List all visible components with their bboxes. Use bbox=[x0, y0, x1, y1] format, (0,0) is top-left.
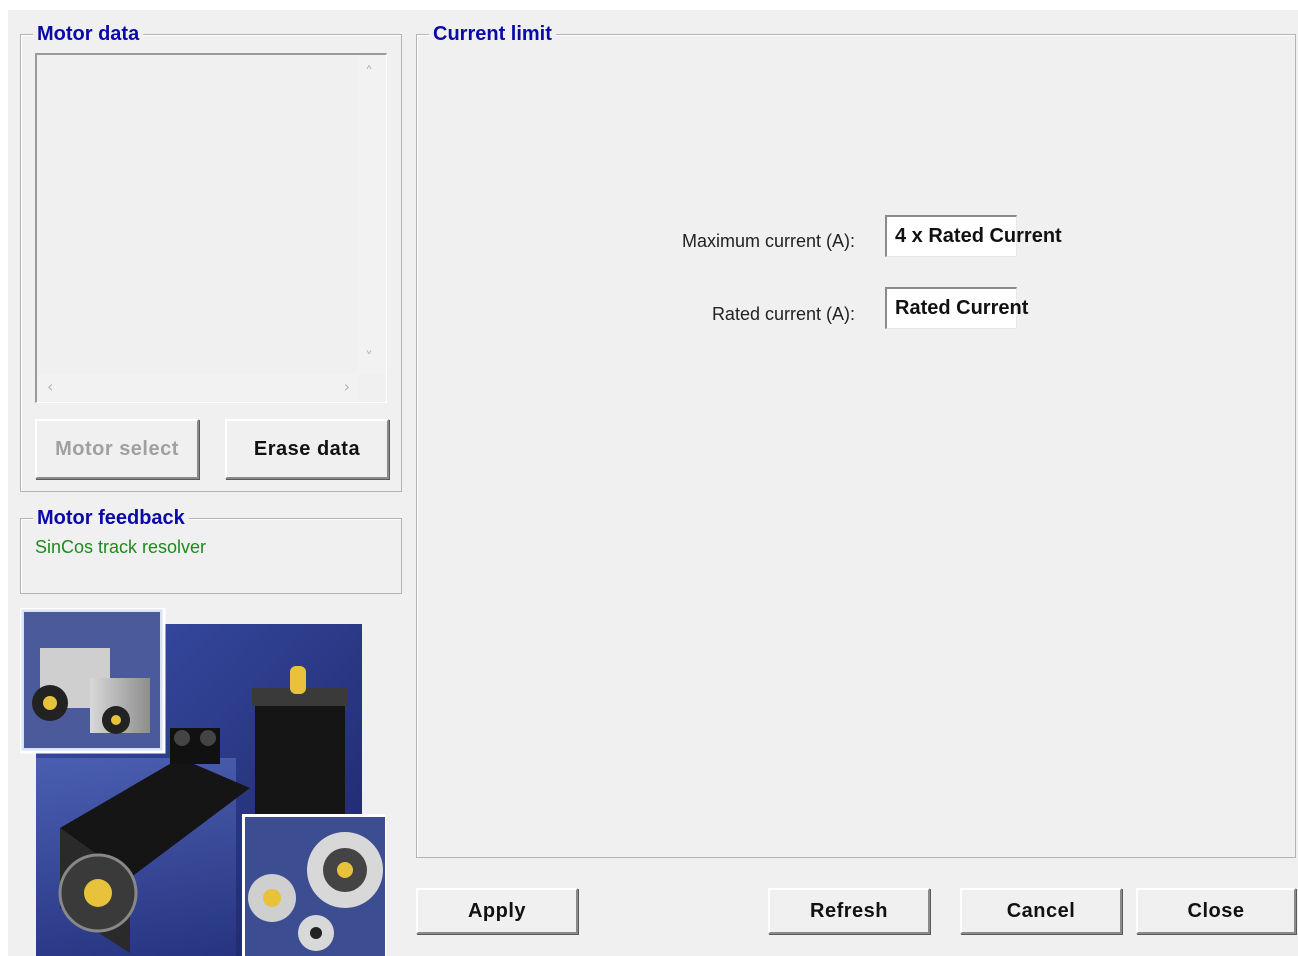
motor-config-window: Motor data ˄ ˅ ‹ › Motor select Erase da… bbox=[8, 10, 1298, 956]
chevron-right-icon[interactable]: › bbox=[344, 379, 350, 395]
maximum-current-field[interactable]: 4 x Rated Current bbox=[885, 215, 1062, 257]
chevron-up-icon[interactable]: ˄ bbox=[365, 65, 373, 81]
motor-product-image bbox=[20, 608, 386, 956]
cancel-button[interactable]: Cancel bbox=[960, 888, 1122, 934]
motor-feedback-group: Motor feedback SinCos track resolver bbox=[20, 505, 402, 594]
refresh-button[interactable]: Refresh bbox=[768, 888, 930, 934]
erase-data-button[interactable]: Erase data bbox=[225, 419, 389, 479]
current-limit-title: Current limit bbox=[429, 21, 556, 47]
motor-data-group: Motor data ˄ ˅ ‹ › Motor select Erase da… bbox=[20, 21, 402, 492]
chevron-left-icon[interactable]: ‹ bbox=[47, 379, 53, 395]
horizontal-scrollbar[interactable]: ‹ › bbox=[37, 374, 358, 402]
current-limit-group: Current limit Maximum current (A): 4 x R… bbox=[416, 21, 1296, 858]
scroll-corner bbox=[358, 374, 386, 402]
apply-button[interactable]: Apply bbox=[416, 888, 578, 934]
chevron-down-icon[interactable]: ˅ bbox=[365, 350, 373, 366]
motor-select-button[interactable]: Motor select bbox=[35, 419, 199, 479]
motor-feedback-title: Motor feedback bbox=[33, 505, 189, 531]
close-button[interactable]: Close bbox=[1136, 888, 1296, 934]
motor-data-list[interactable]: ˄ ˅ ‹ › bbox=[35, 53, 387, 403]
rated-current-label: Rated current (A): bbox=[711, 304, 855, 324]
vertical-scrollbar[interactable]: ˄ ˅ bbox=[358, 55, 386, 374]
rated-current-field[interactable]: Rated Current bbox=[885, 287, 1028, 329]
maximum-current-label: Maximum current (A): bbox=[681, 231, 855, 251]
motor-feedback-value: SinCos track resolver bbox=[35, 537, 207, 557]
motor-data-title: Motor data bbox=[33, 21, 144, 47]
